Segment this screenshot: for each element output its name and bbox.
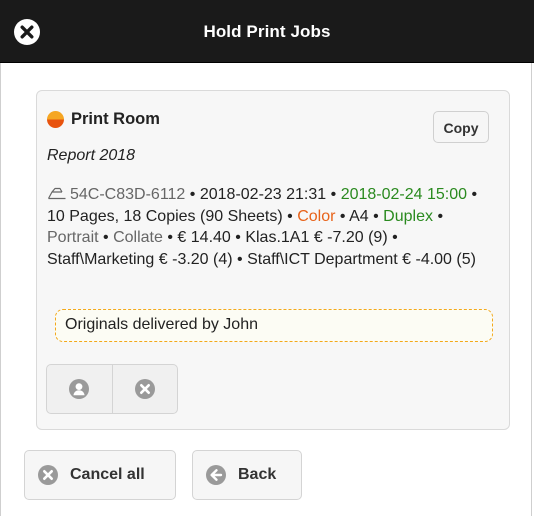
printer-id: 54C-C83D-6112: [70, 186, 186, 203]
cancel-all-button[interactable]: Cancel all: [24, 450, 176, 500]
dialog-header: Hold Print Jobs: [0, 0, 534, 63]
copy-button[interactable]: Copy: [433, 111, 489, 143]
account-cost: € -3.20 (4): [158, 250, 233, 268]
printer-name: Print Room: [71, 110, 160, 128]
back-arrow-icon: [205, 464, 227, 486]
account-name: Staff\Marketing: [47, 250, 155, 268]
separator: •: [287, 207, 293, 225]
separator: •: [189, 186, 196, 203]
page-title: Hold Print Jobs: [203, 22, 331, 41]
job-details: 54C-C83D-6112 • 2018-02-23 21:31 • 2018-…: [47, 184, 499, 270]
account-name: Staff\ICT Department: [247, 250, 398, 268]
job-action-group: [46, 364, 178, 414]
separator: •: [339, 207, 346, 225]
user-icon[interactable]: [47, 365, 112, 413]
separator: •: [373, 207, 379, 225]
print-job-card: Print Room Copy Report 2018 54C-C83D-611…: [36, 90, 510, 430]
back-button[interactable]: Back: [192, 450, 302, 500]
printer-status-icon: [47, 111, 64, 128]
document-name: Report 2018: [47, 147, 136, 164]
pages-copies: 10 Pages, 18 Copies (90 Sheets): [47, 207, 283, 225]
printer-icon: [47, 185, 67, 200]
cancel-icon[interactable]: [111, 365, 178, 413]
account-cost: € -7.20 (9): [313, 229, 388, 246]
account-cost: € -4.00 (5): [402, 250, 476, 268]
separator: •: [330, 186, 337, 203]
color-mode: Color: [297, 207, 336, 225]
separator: •: [103, 229, 109, 246]
separator: •: [437, 207, 444, 225]
job-comment: Originals delivered by John: [55, 309, 493, 342]
separator: •: [237, 250, 243, 268]
account-name: Klas.1A1: [245, 229, 310, 246]
cancel-all-label: Cancel all: [70, 466, 145, 483]
separator: •: [167, 229, 173, 246]
paper-size: A4: [349, 207, 369, 225]
separator: •: [471, 186, 478, 203]
separator: •: [235, 229, 241, 246]
submitted-time: 2018-02-23 21:31: [199, 186, 327, 203]
separator: •: [392, 229, 398, 246]
cancel-icon: [37, 464, 59, 486]
job-cost: € 14.40: [177, 229, 231, 246]
expiry-time: 2018-02-24 15:00: [340, 186, 468, 203]
orientation: Portrait: [47, 229, 99, 246]
duplex-mode: Duplex: [383, 207, 433, 225]
collate: Collate: [113, 229, 163, 246]
back-label: Back: [238, 466, 277, 483]
